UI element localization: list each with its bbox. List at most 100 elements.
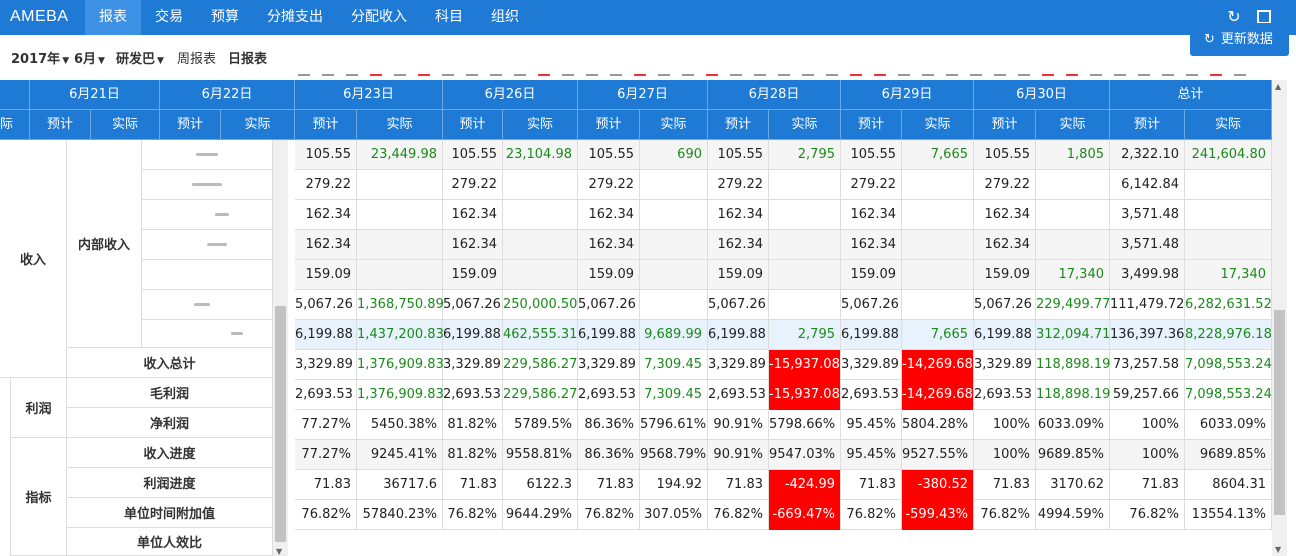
table-cell bbox=[1185, 170, 1272, 200]
nav-item-4[interactable]: 分配收入 bbox=[337, 0, 421, 35]
table-cell: 71.83 bbox=[578, 470, 640, 500]
label-net-profit: 净利润 bbox=[67, 408, 273, 438]
header-col-forecast: 预计 bbox=[708, 110, 769, 140]
table-cell: 279.22 bbox=[443, 170, 503, 200]
blurred-text bbox=[194, 303, 210, 306]
label-profit: 利润 bbox=[10, 378, 67, 438]
table-cell: 162.34 bbox=[578, 200, 640, 230]
scrolled-text-fragment bbox=[442, 74, 454, 76]
table-cell: 23,104.98 bbox=[503, 140, 578, 170]
nav-item-2[interactable]: 预算 bbox=[197, 0, 253, 35]
scrolled-text-fragment bbox=[1018, 74, 1030, 76]
table-row: 3,329.89 1,376,909.83 3,329.89 229,586.27 3,… bbox=[295, 350, 1272, 380]
header-col-forecast: 预计 bbox=[974, 110, 1036, 140]
label-income-total: 收入总计 bbox=[67, 348, 273, 378]
table-cell: -599.43% bbox=[902, 500, 974, 530]
table-cell: 9,689.99 bbox=[640, 320, 708, 350]
dept-select[interactable]: 研发巴 ▼ bbox=[116, 48, 164, 67]
dept-select-label: 研发巴 bbox=[116, 52, 156, 67]
table-cell bbox=[357, 170, 443, 200]
table-row: 162.34 162.34 162.34 162.34 162.34 162.34 3,57… bbox=[295, 230, 1272, 260]
header-date-3: 6月26日 bbox=[443, 80, 578, 110]
top-nav: AMEBA 报表 交易 预算 分摊支出 分配收入 科目 组织 ↻ bbox=[0, 0, 1296, 35]
scrolled-text-fragment bbox=[730, 74, 742, 76]
table-cell bbox=[1185, 200, 1272, 230]
table-cell: 5796.61% bbox=[640, 410, 708, 440]
table-cell bbox=[902, 170, 974, 200]
update-data-button[interactable]: ↻ 更新数据 bbox=[1190, 23, 1289, 56]
weekly-report-link[interactable]: 周报表 bbox=[177, 48, 216, 67]
table-cell: 118,898.19 bbox=[1036, 350, 1110, 380]
table-cell: 6,199.88 bbox=[295, 320, 357, 350]
header-date-4: 6月27日 bbox=[578, 80, 708, 110]
table-cell bbox=[357, 230, 443, 260]
scrolled-text-fragment bbox=[946, 74, 958, 76]
table-cell: 136,397.36 bbox=[1110, 320, 1185, 350]
nav-item-6[interactable]: 组织 bbox=[477, 0, 533, 35]
year-select[interactable]: 2017年 ▼ bbox=[11, 48, 69, 67]
main-scrollbar[interactable]: ▲ ▼ bbox=[1272, 80, 1287, 556]
scrolled-text-fragment bbox=[1066, 74, 1078, 76]
caret-down-icon: ▼ bbox=[157, 56, 164, 66]
table-cell: 1,437,200.83 bbox=[357, 320, 444, 350]
scrolled-text-fragment bbox=[1186, 74, 1198, 76]
table-cell bbox=[640, 260, 708, 290]
table-cell: 76.82% bbox=[295, 500, 357, 530]
table-cell: 3,499.98 bbox=[1110, 260, 1185, 290]
table-cell: 159.09 bbox=[295, 260, 357, 290]
table-row: 5,067.26 1,368,750.89 5,067.26 250,000.50 5,… bbox=[295, 290, 1272, 320]
table-cell bbox=[769, 170, 841, 200]
table-cell: 105.55 bbox=[841, 140, 902, 170]
scroll-down-icon[interactable]: ▼ bbox=[1275, 545, 1281, 554]
scroll-up-icon[interactable]: ▲ bbox=[1275, 82, 1281, 91]
table-cell: 105.55 bbox=[295, 140, 357, 170]
table-cell: 9644.29% bbox=[503, 500, 578, 530]
header-col-forecast: 预计 bbox=[443, 110, 503, 140]
table-cell: 95.45% bbox=[841, 410, 902, 440]
table-cell bbox=[640, 230, 708, 260]
table-cell: 5450.38% bbox=[357, 410, 443, 440]
nav-item-3[interactable]: 分摊支出 bbox=[253, 0, 337, 35]
nav-item-0[interactable]: 报表 bbox=[85, 0, 141, 35]
table-cell: 59,257.66 bbox=[1110, 380, 1185, 410]
table-cell: 279.22 bbox=[841, 170, 902, 200]
daily-report-link[interactable]: 日报表 bbox=[228, 48, 267, 67]
table-cell: 100% bbox=[974, 410, 1036, 440]
table-row: 77.27% 9245.41% 81.82% 9558.81% 86.36% 9568.7… bbox=[295, 440, 1272, 470]
table-cell: 6033.09% bbox=[1185, 410, 1272, 440]
main-scrollbar-thumb[interactable] bbox=[1274, 310, 1285, 515]
table-cell: 462,555.31 bbox=[503, 320, 578, 350]
scrolled-text-fragment bbox=[850, 74, 862, 76]
scrolled-text-fragment bbox=[826, 74, 838, 76]
table-cell: 100% bbox=[1110, 410, 1185, 440]
header-col-forecast: 预计 bbox=[578, 110, 640, 140]
table-cell: 6,199.88 bbox=[578, 320, 640, 350]
table-cell: 71.83 bbox=[708, 470, 769, 500]
table-cell: 7,098,553.24 bbox=[1185, 380, 1272, 410]
table-cell: 159.09 bbox=[443, 260, 503, 290]
scrolled-text-fragment bbox=[538, 74, 550, 76]
table-cell bbox=[640, 290, 708, 320]
year-select-label: 2017年 bbox=[11, 52, 61, 67]
table-cell: 3,571.48 bbox=[1110, 230, 1185, 260]
nav-item-1[interactable]: 交易 bbox=[141, 0, 197, 35]
table-cell: 9245.41% bbox=[357, 440, 443, 470]
update-data-label: 更新数据 bbox=[1220, 32, 1273, 47]
left-scrollbar[interactable]: ▼ bbox=[273, 140, 288, 556]
table-cell: 2,322.10 bbox=[1110, 140, 1185, 170]
header-col-actual: 实际 bbox=[1185, 110, 1272, 140]
left-scrollbar-thumb[interactable] bbox=[275, 306, 286, 542]
table-cell: 279.22 bbox=[974, 170, 1036, 200]
scroll-down-icon[interactable]: ▼ bbox=[276, 547, 282, 556]
table-cell: 690 bbox=[640, 140, 708, 170]
brand-logo[interactable]: AMEBA bbox=[10, 8, 69, 26]
scrolled-text-fragment bbox=[634, 74, 646, 76]
header-col-actual: 实际 bbox=[640, 110, 708, 140]
table-cell: 6,199.88 bbox=[841, 320, 902, 350]
table-cell: 7,665 bbox=[902, 320, 974, 350]
month-select[interactable]: 6月 ▼ bbox=[74, 48, 105, 67]
nav-item-5[interactable]: 科目 bbox=[421, 0, 477, 35]
table-cell: 162.34 bbox=[443, 230, 503, 260]
scrolled-text-fragment bbox=[418, 74, 430, 76]
table-cell: 1,376,909.83 bbox=[357, 350, 444, 380]
